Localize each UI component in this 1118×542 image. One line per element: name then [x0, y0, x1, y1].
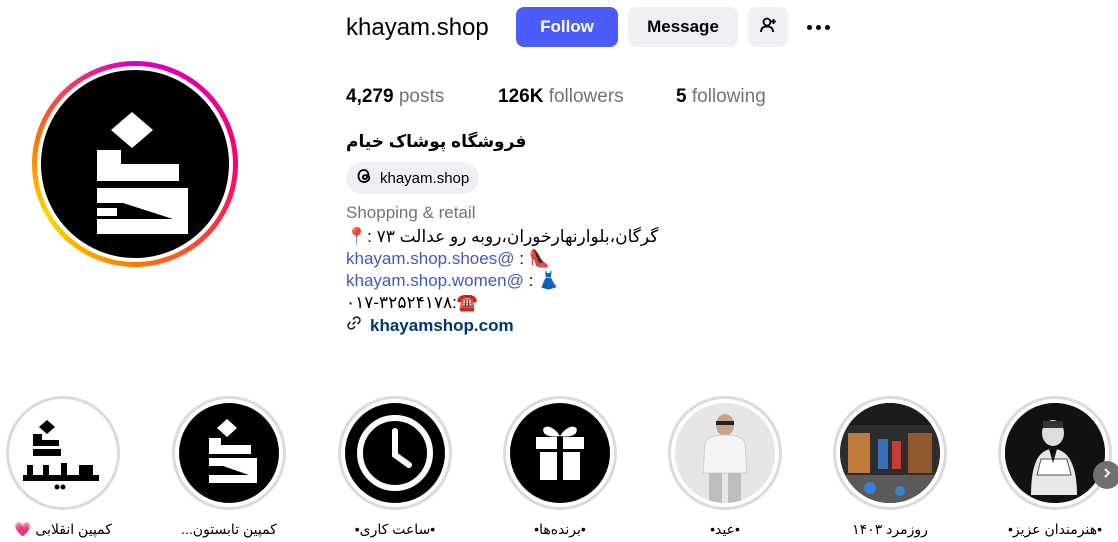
profile-category: Shopping & retail	[346, 203, 476, 222]
more-options-button[interactable]	[802, 14, 834, 40]
highlight-label: •ساعت کاری•	[354, 521, 436, 537]
profile-avatar[interactable]	[32, 61, 238, 267]
following-count: 5	[676, 86, 687, 107]
avatar-ring-gap	[37, 66, 233, 262]
bio-separator: :	[523, 271, 534, 290]
highlight-label: کمپین تابستون...	[181, 521, 277, 537]
dress-icon: 👗	[538, 271, 560, 290]
bio-phone: ۰۱۷-۳۲۵۲۴۱۷۸:	[346, 293, 457, 312]
profile-full-name: فروشگاه پوشاک خیام	[346, 132, 527, 151]
follow-button[interactable]: Follow	[516, 7, 618, 47]
highlight-mens-day[interactable]	[833, 396, 947, 510]
message-button[interactable]: Message	[628, 7, 738, 47]
following-label: following	[691, 86, 766, 107]
highlight-label: کمپین انقلابی 💗	[14, 521, 112, 537]
highlights-next-button[interactable]	[1093, 461, 1118, 489]
profile-username: khayam.shop	[346, 14, 489, 41]
website-link[interactable]: khayamshop.com	[346, 315, 514, 336]
artist-sketch-icon	[1005, 403, 1105, 503]
more-dot-icon	[806, 24, 812, 30]
followers-count: 126K	[498, 86, 544, 107]
khayam-logo-icon	[179, 403, 279, 503]
following-stat[interactable]: 5 following	[676, 85, 766, 109]
highlight-winners[interactable]	[503, 396, 617, 510]
man-photo-icon	[675, 403, 775, 503]
bio-phone-line: ۰۱۷-۳۲۵۲۴۱۷۸:☎️	[346, 292, 478, 314]
khayam-logo-icon	[41, 70, 229, 258]
women-account-link[interactable]: khayam.shop.women@	[346, 271, 524, 290]
gift-icon	[510, 403, 610, 503]
highlight-campaign-revolution[interactable]	[6, 396, 120, 510]
bio-address: گرگان،بلوارنهارخوران،روبه رو عدالت ۷۳ :	[367, 227, 659, 246]
pin-icon: 📍	[346, 227, 368, 246]
highlight-label: •عید•	[710, 521, 740, 537]
telephone-icon: ☎️	[456, 293, 478, 312]
posts-stat: 4,279 posts	[346, 85, 444, 109]
highlight-label: روزمرد ۱۴۰۳	[852, 521, 928, 537]
bio-women-line: khayam.shop.women@ : 👗	[346, 270, 559, 292]
shoes-account-link[interactable]: khayam.shop.shoes@	[346, 249, 514, 268]
high-heel-icon: 👠	[528, 249, 550, 268]
bio-shoes-line: khayam.shop.shoes@ : 👠	[346, 248, 550, 270]
highlight-working-hours[interactable]	[338, 396, 452, 510]
bio-address-line: 📍گرگان،بلوارنهارخوران،روبه رو عدالت ۷۳ :	[346, 226, 658, 248]
highlight-eid[interactable]	[668, 396, 782, 510]
chevron-right-icon	[1101, 466, 1113, 484]
website-url: khayamshop.com	[370, 315, 514, 335]
posts-label: posts	[398, 86, 445, 107]
posts-count: 4,279	[346, 86, 394, 107]
more-dot-icon	[824, 24, 830, 30]
threads-icon	[354, 166, 374, 190]
clock-icon	[345, 403, 445, 503]
followers-stat[interactable]: 126K followers	[498, 85, 624, 109]
highlight-dear-artists[interactable]	[998, 396, 1112, 510]
suggested-users-button[interactable]	[748, 7, 788, 47]
add-user-icon	[758, 15, 778, 40]
link-icon	[346, 315, 362, 336]
threads-handle: khayam.shop	[380, 169, 470, 187]
highlight-label: •هنرمندان عزیز•	[1008, 521, 1102, 537]
threads-badge[interactable]: khayam.shop	[346, 162, 480, 194]
khayam-wordmark-icon	[13, 403, 113, 503]
bio-separator: :	[514, 249, 524, 268]
store-photo-icon	[840, 403, 940, 503]
highlight-label: •برنده‌ها•	[534, 521, 586, 537]
followers-label: followers	[548, 86, 624, 107]
highlight-summer-campaign[interactable]	[172, 396, 286, 510]
more-dot-icon	[815, 24, 821, 30]
